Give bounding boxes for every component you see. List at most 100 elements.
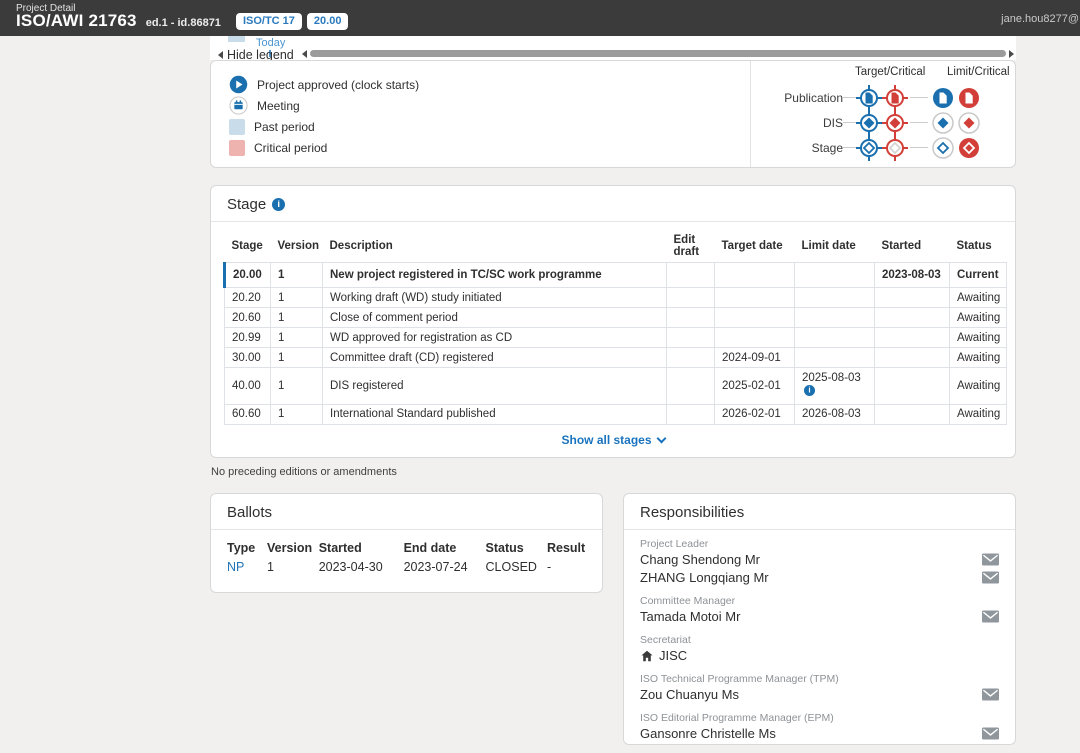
stage-cell-started — [875, 308, 950, 328]
matrix-row-label: Publication — [755, 91, 843, 105]
matrix-row-dis: DIS — [755, 110, 1015, 135]
mail-icon[interactable] — [982, 688, 999, 701]
legend-item: Past period — [229, 116, 750, 137]
stage-cell-stage: 40.00 — [225, 368, 271, 405]
play-circle-icon — [229, 75, 248, 94]
show-all-stages-button[interactable]: Show all stages — [211, 425, 1015, 453]
stage-cell-description: Working draft (WD) study initiated — [323, 288, 667, 308]
stage-column-header: Edit draft — [667, 230, 715, 263]
stage-table-row: 30.00 1 Committee draft (CD) registered … — [225, 348, 1007, 368]
mail-icon[interactable] — [982, 610, 999, 623]
responsibility-group: ISO Technical Programme Manager (TPM) Zo… — [640, 673, 999, 704]
stage-card-title: Stage — [227, 196, 266, 213]
stage-cell-edit-draft — [667, 328, 715, 348]
stage-column-header: Started — [875, 230, 950, 263]
stage-cell-limit-date — [795, 288, 875, 308]
ballots-card: Ballots TypeVersionStartedEnd dateStatus… — [210, 493, 603, 593]
limit-diamond-solid-blue-icon — [930, 110, 956, 136]
stage-table-row: 20.20 1 Working draft (WD) study initiat… — [225, 288, 1007, 308]
person-name: JISC — [640, 647, 687, 665]
stage-cell-description: DIS registered — [323, 368, 667, 405]
person-name-text: Gansonre Christelle Ms — [640, 725, 776, 743]
stage-cell-stage: 20.99 — [225, 328, 271, 348]
mail-icon[interactable] — [982, 553, 999, 566]
stage-cell-stage: 20.20 — [225, 288, 271, 308]
stage-cell-stage: 20.00 — [225, 263, 271, 288]
committee-badge[interactable]: ISO/TC 17 — [236, 13, 302, 30]
scrollbar-thumb[interactable] — [310, 50, 1006, 57]
target-doc-blue-icon — [856, 85, 882, 111]
timeline-scrollbar[interactable] — [302, 49, 1014, 58]
matrix-row-publication: Publication — [755, 85, 1015, 110]
matrix-header-target-critical: Target/Critical — [855, 66, 925, 78]
ballots-rows: NP 1 2023-04-30 2023-07-24 CLOSED - — [227, 558, 586, 577]
stage-cell-target-date — [715, 263, 795, 288]
stage-cell-description: WD approved for registration as CD — [323, 328, 667, 348]
timeline-strip: Today Hide legend — [210, 36, 1016, 60]
scrollbar-left-arrow-icon[interactable] — [302, 50, 307, 58]
stage-cell-target-date: 2026-02-01 — [715, 404, 795, 424]
stage-cell-stage: 30.00 — [225, 348, 271, 368]
stage-table-body: 20.00 1 New project registered in TC/SC … — [225, 263, 1007, 425]
stage-table-row: 40.00 1 DIS registered 2025-02-01 2025-0… — [225, 368, 1007, 405]
limit-date-info-icon[interactable]: i — [804, 384, 815, 395]
matrix-header-limit-critical: Limit/Critical — [947, 66, 1010, 78]
stage-cell-version: 1 — [271, 348, 323, 368]
stage-column-header: Version — [271, 230, 323, 263]
stage-cell-version: 1 — [271, 404, 323, 424]
responsibilities-card: Responsibilities Project Leader Chang Sh… — [623, 493, 1016, 745]
stage-cell-status: Current — [950, 263, 1007, 288]
ballot-end-date: 2023-07-24 — [404, 558, 486, 577]
stage-cell-status: Awaiting — [950, 288, 1007, 308]
stage-cell-started — [875, 404, 950, 424]
matrix-connector-line — [910, 97, 928, 98]
stage-cell-status: Awaiting — [950, 368, 1007, 405]
critical-period-swatch — [229, 140, 245, 156]
mail-icon[interactable] — [982, 571, 999, 584]
responsibility-role-label: Committee Manager — [640, 595, 999, 607]
person-name-text: ZHANG Longqiang Mr — [640, 569, 769, 587]
stage-cell-limit-date — [795, 308, 875, 328]
stage-table-row: 20.60 1 Close of comment period Awaiting — [225, 308, 1007, 328]
ballots-column-header: Started — [319, 539, 404, 558]
project-edition-id: ed.1 - id.86871 — [146, 17, 221, 29]
ballot-type-link[interactable]: NP — [227, 560, 244, 574]
stage-cell-started: 2023-08-03 — [875, 263, 950, 288]
timeline-past-period-band — [228, 36, 245, 42]
stage-cell-limit-date: 2026-08-03 — [795, 404, 875, 424]
stage-cell-version: 1 — [271, 263, 323, 288]
stage-table-wrap: StageVersionDescriptionEdit draftTarget … — [211, 222, 1015, 425]
responsibility-person-row: Chang Shendong Mr — [640, 551, 999, 569]
matrix-row-stage: Stage — [755, 135, 1015, 160]
matrix-connector-line — [910, 147, 928, 148]
stage-card-title-row: Stage i — [211, 186, 1015, 222]
stage-cell-limit-date — [795, 263, 875, 288]
stage-cell-status: Awaiting — [950, 404, 1007, 424]
responsibility-role-label: ISO Technical Programme Manager (TPM) — [640, 673, 999, 685]
responsibilities-card-title: Responsibilities — [640, 504, 744, 521]
stage-cell-stage: 60.60 — [225, 404, 271, 424]
ballots-column-header: Version — [267, 539, 319, 558]
matrix-connector-line — [843, 147, 856, 148]
person-name-text: Tamada Motoi Mr — [640, 608, 740, 626]
person-name-text: Zou Chuanyu Ms — [640, 686, 739, 704]
stage-cell-description: Close of comment period — [323, 308, 667, 328]
user-email[interactable]: jane.hou8277@ — [1001, 13, 1079, 25]
stage-badge[interactable]: 20.00 — [307, 13, 349, 30]
stage-column-header: Stage — [225, 230, 271, 263]
stage-column-header: Target date — [715, 230, 795, 263]
stage-cell-edit-draft — [667, 404, 715, 424]
mail-icon[interactable] — [982, 727, 999, 740]
stage-table-header-row: StageVersionDescriptionEdit draftTarget … — [225, 230, 1007, 263]
stage-info-icon[interactable]: i — [272, 198, 285, 211]
person-name-text: Chang Shendong Mr — [640, 551, 760, 569]
project-badges: ISO/TC 17 20.00 — [236, 13, 349, 30]
scrollbar-right-arrow-icon[interactable] — [1009, 50, 1014, 58]
ballot-status: CLOSED — [486, 558, 547, 577]
top-header-bar: Project Detail ISO/AWI 21763 ed.1 - id.8… — [0, 0, 1080, 36]
stage-cell-started — [875, 288, 950, 308]
person-name: Chang Shendong Mr — [640, 551, 760, 569]
stage-cell-edit-draft — [667, 348, 715, 368]
responsibility-group: Committee Manager Tamada Motoi Mr — [640, 595, 999, 626]
stage-table-row: 20.00 1 New project registered in TC/SC … — [225, 263, 1007, 288]
